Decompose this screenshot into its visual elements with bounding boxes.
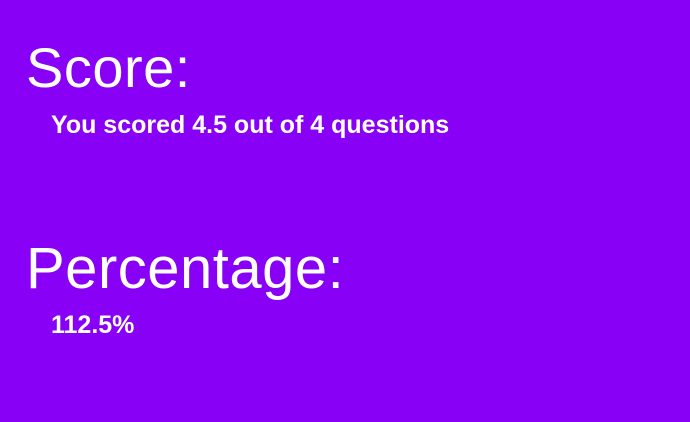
percentage-value: 112.5% <box>51 311 135 339</box>
percentage-heading: Percentage: <box>26 236 345 301</box>
score-heading: Score: <box>26 36 191 99</box>
score-summary: You scored 4.5 out of 4 questions <box>51 111 450 139</box>
quiz-results: Score: You scored 4.5 out of 4 questions… <box>0 0 690 422</box>
